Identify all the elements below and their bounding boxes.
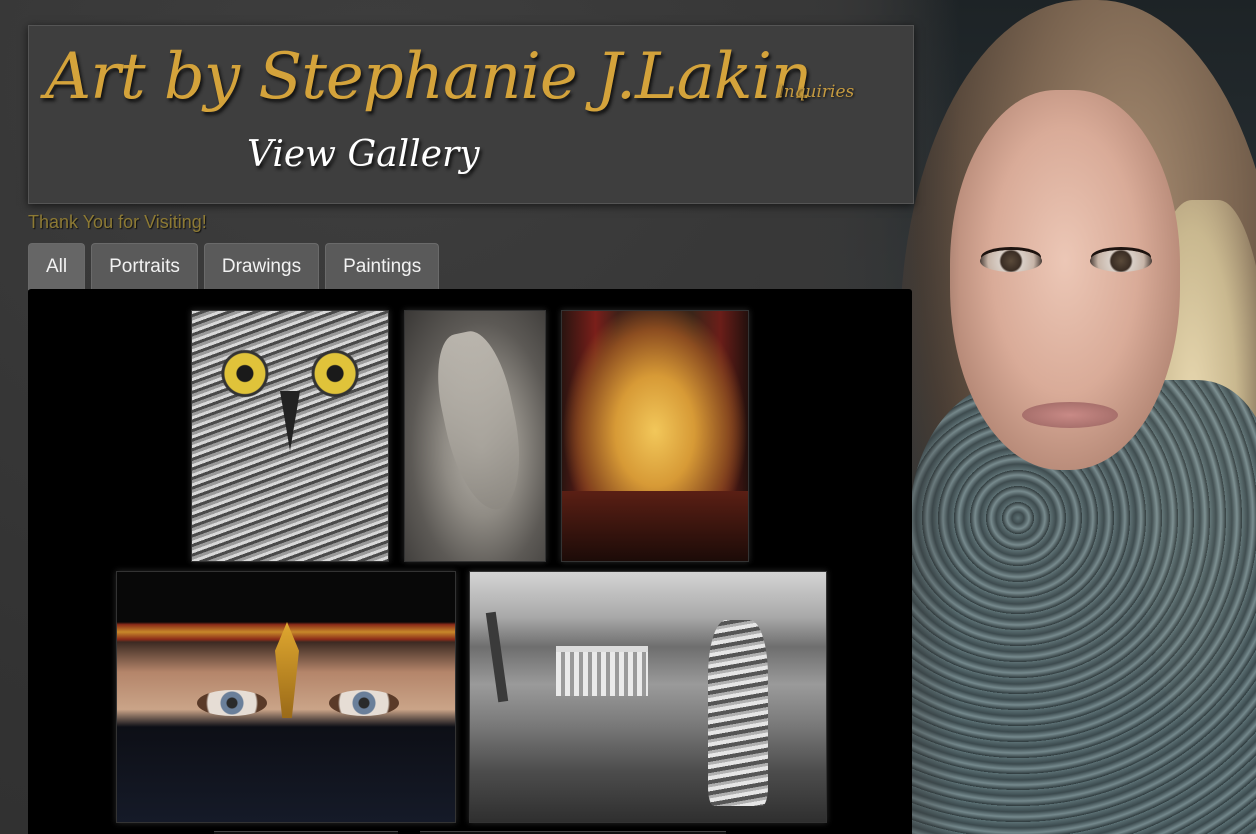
- gallery-filter-tabs: All Portraits Drawings Paintings: [28, 243, 440, 290]
- site-title[interactable]: Art by Stephanie J.Lakin: [45, 40, 812, 114]
- gallery-thumb-temple-landscape[interactable]: [469, 571, 827, 823]
- inquiries-link[interactable]: Inquiries: [777, 82, 854, 102]
- portrait-lips: [1022, 402, 1118, 428]
- gallery-grid: [28, 289, 912, 834]
- landscape-statue: [708, 620, 768, 806]
- tab-paintings[interactable]: Paintings: [325, 243, 440, 290]
- tab-portraits[interactable]: Portraits: [91, 243, 198, 290]
- gallery-thumb-veiled-woman[interactable]: [116, 571, 456, 823]
- gallery-thumb-seal[interactable]: [404, 310, 546, 562]
- veil-left-eye: [197, 690, 267, 716]
- tab-all[interactable]: All: [28, 243, 86, 290]
- portrait-right-eye: [1090, 250, 1152, 272]
- landscape-temple: [556, 646, 648, 696]
- portrait-left-eye: [980, 250, 1042, 272]
- tab-drawings[interactable]: Drawings: [203, 243, 320, 290]
- veil-right-eye: [329, 690, 399, 716]
- site-header: Art by Stephanie J.Lakin Inquiries View …: [28, 25, 914, 204]
- welcome-text: Thank You for Visiting!: [28, 212, 207, 232]
- page: Art by Stephanie J.Lakin Inquiries View …: [0, 0, 1256, 834]
- gallery-thumb-owl[interactable]: [191, 310, 389, 562]
- gallery-thumb-madonna[interactable]: [561, 310, 749, 562]
- landscape-tree: [485, 611, 509, 703]
- portrait-face: [950, 90, 1180, 470]
- veil-ornament: [275, 622, 299, 718]
- view-gallery-link[interactable]: View Gallery: [247, 134, 480, 175]
